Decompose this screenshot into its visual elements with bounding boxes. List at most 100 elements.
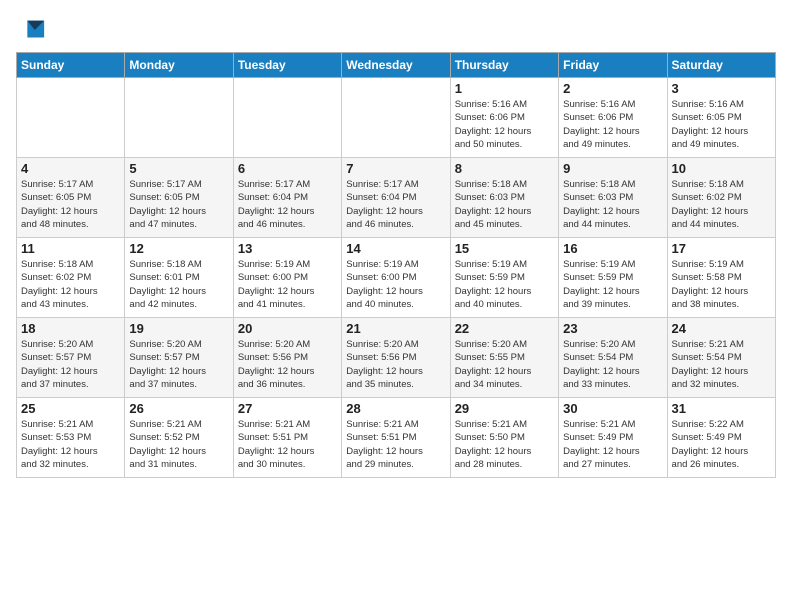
day-number: 23 — [563, 321, 662, 336]
day-cell-19: 19 Sunrise: 5:20 AM Sunset: 5:57 PM Dayli… — [125, 318, 233, 398]
day-cell-9: 9Sunrise: 5:18 AM Sunset: 6:03 PM Daylig… — [559, 158, 667, 238]
day-info: Sunrise: 5:19 AM Sunset: 6:00 PM Dayligh… — [346, 258, 445, 311]
week-row-2: 4 Sunrise: 5:17 AM Sunset: 6:05 PM Daylig… — [17, 158, 776, 238]
day-info: Sunrise: 5:19 AM Sunset: 5:58 PM Dayligh… — [672, 258, 771, 311]
day-number: 5 — [129, 161, 228, 176]
page-header — [16, 16, 776, 44]
day-cell-26: 26Sunrise: 5:21 AM Sunset: 5:52 PM Dayli… — [125, 398, 233, 478]
week-row-4: 18 Sunrise: 5:20 AM Sunset: 5:57 PM Dayli… — [17, 318, 776, 398]
day-cell-29: 29 Sunrise: 5:21 AM Sunset: 5:50 PM Dayli… — [450, 398, 558, 478]
day-number: 25 — [21, 401, 120, 416]
day-cell-5: 5 Sunrise: 5:17 AM Sunset: 6:05 PM Daylig… — [125, 158, 233, 238]
day-number: 1 — [455, 81, 554, 96]
day-info: Sunrise: 5:21 AM Sunset: 5:52 PM Dayligh… — [129, 418, 228, 471]
empty-cell — [233, 78, 341, 158]
day-info: Sunrise: 5:18 AM Sunset: 6:03 PM Dayligh… — [563, 178, 662, 231]
week-row-3: 11 Sunrise: 5:18 AM Sunset: 6:02 PM Dayli… — [17, 238, 776, 318]
day-number: 30 — [563, 401, 662, 416]
day-number: 11 — [21, 241, 120, 256]
day-cell-1: 1 Sunrise: 5:16 AM Sunset: 6:06 PM Daylig… — [450, 78, 558, 158]
column-header-friday: Friday — [559, 53, 667, 78]
day-number: 22 — [455, 321, 554, 336]
day-info: Sunrise: 5:19 AM Sunset: 5:59 PM Dayligh… — [455, 258, 554, 311]
day-cell-17: 17 Sunrise: 5:19 AM Sunset: 5:58 PM Dayli… — [667, 238, 775, 318]
day-info: Sunrise: 5:21 AM Sunset: 5:53 PM Dayligh… — [21, 418, 120, 471]
day-number: 7 — [346, 161, 445, 176]
day-cell-16: 16 Sunrise: 5:19 AM Sunset: 5:59 PM Dayli… — [559, 238, 667, 318]
calendar-header-row: SundayMondayTuesdayWednesdayThursdayFrid… — [17, 53, 776, 78]
day-number: 14 — [346, 241, 445, 256]
day-number: 20 — [238, 321, 337, 336]
day-cell-4: 4 Sunrise: 5:17 AM Sunset: 6:05 PM Daylig… — [17, 158, 125, 238]
day-info: Sunrise: 5:17 AM Sunset: 6:04 PM Dayligh… — [346, 178, 445, 231]
day-number: 29 — [455, 401, 554, 416]
day-cell-11: 11 Sunrise: 5:18 AM Sunset: 6:02 PM Dayli… — [17, 238, 125, 318]
week-row-1: 1 Sunrise: 5:16 AM Sunset: 6:06 PM Daylig… — [17, 78, 776, 158]
day-cell-2: 2Sunrise: 5:16 AM Sunset: 6:06 PM Daylig… — [559, 78, 667, 158]
day-info: Sunrise: 5:16 AM Sunset: 6:06 PM Dayligh… — [455, 98, 554, 151]
day-number: 19 — [129, 321, 228, 336]
day-info: Sunrise: 5:20 AM Sunset: 5:57 PM Dayligh… — [129, 338, 228, 391]
day-info: Sunrise: 5:18 AM Sunset: 6:03 PM Dayligh… — [455, 178, 554, 231]
day-info: Sunrise: 5:20 AM Sunset: 5:55 PM Dayligh… — [455, 338, 554, 391]
empty-cell — [17, 78, 125, 158]
day-info: Sunrise: 5:18 AM Sunset: 6:02 PM Dayligh… — [672, 178, 771, 231]
day-number: 4 — [21, 161, 120, 176]
day-number: 24 — [672, 321, 771, 336]
day-cell-27: 27Sunrise: 5:21 AM Sunset: 5:51 PM Dayli… — [233, 398, 341, 478]
day-cell-13: 13 Sunrise: 5:19 AM Sunset: 6:00 PM Dayli… — [233, 238, 341, 318]
logo-icon — [18, 16, 46, 44]
day-number: 6 — [238, 161, 337, 176]
day-number: 12 — [129, 241, 228, 256]
day-cell-20: 20 Sunrise: 5:20 AM Sunset: 5:56 PM Dayli… — [233, 318, 341, 398]
week-row-5: 25 Sunrise: 5:21 AM Sunset: 5:53 PM Dayli… — [17, 398, 776, 478]
day-cell-24: 24Sunrise: 5:21 AM Sunset: 5:54 PM Dayli… — [667, 318, 775, 398]
day-info: Sunrise: 5:20 AM Sunset: 5:56 PM Dayligh… — [238, 338, 337, 391]
day-cell-15: 15Sunrise: 5:19 AM Sunset: 5:59 PM Dayli… — [450, 238, 558, 318]
day-cell-25: 25 Sunrise: 5:21 AM Sunset: 5:53 PM Dayli… — [17, 398, 125, 478]
day-cell-10: 10 Sunrise: 5:18 AM Sunset: 6:02 PM Dayli… — [667, 158, 775, 238]
day-number: 17 — [672, 241, 771, 256]
day-cell-18: 18 Sunrise: 5:20 AM Sunset: 5:57 PM Dayli… — [17, 318, 125, 398]
day-info: Sunrise: 5:16 AM Sunset: 6:05 PM Dayligh… — [672, 98, 771, 151]
empty-cell — [125, 78, 233, 158]
day-number: 13 — [238, 241, 337, 256]
column-header-thursday: Thursday — [450, 53, 558, 78]
day-info: Sunrise: 5:20 AM Sunset: 5:57 PM Dayligh… — [21, 338, 120, 391]
column-header-sunday: Sunday — [17, 53, 125, 78]
day-info: Sunrise: 5:19 AM Sunset: 5:59 PM Dayligh… — [563, 258, 662, 311]
empty-cell — [342, 78, 450, 158]
day-info: Sunrise: 5:20 AM Sunset: 5:54 PM Dayligh… — [563, 338, 662, 391]
day-info: Sunrise: 5:17 AM Sunset: 6:05 PM Dayligh… — [21, 178, 120, 231]
day-cell-7: 7 Sunrise: 5:17 AM Sunset: 6:04 PM Daylig… — [342, 158, 450, 238]
day-info: Sunrise: 5:20 AM Sunset: 5:56 PM Dayligh… — [346, 338, 445, 391]
day-info: Sunrise: 5:18 AM Sunset: 6:02 PM Dayligh… — [21, 258, 120, 311]
column-header-tuesday: Tuesday — [233, 53, 341, 78]
day-info: Sunrise: 5:21 AM Sunset: 5:50 PM Dayligh… — [455, 418, 554, 471]
day-info: Sunrise: 5:19 AM Sunset: 6:00 PM Dayligh… — [238, 258, 337, 311]
day-info: Sunrise: 5:21 AM Sunset: 5:51 PM Dayligh… — [346, 418, 445, 471]
day-cell-3: 3 Sunrise: 5:16 AM Sunset: 6:05 PM Daylig… — [667, 78, 775, 158]
column-header-wednesday: Wednesday — [342, 53, 450, 78]
day-cell-6: 6 Sunrise: 5:17 AM Sunset: 6:04 PM Daylig… — [233, 158, 341, 238]
day-number: 8 — [455, 161, 554, 176]
day-number: 3 — [672, 81, 771, 96]
day-number: 27 — [238, 401, 337, 416]
day-info: Sunrise: 5:17 AM Sunset: 6:05 PM Dayligh… — [129, 178, 228, 231]
day-cell-21: 21 Sunrise: 5:20 AM Sunset: 5:56 PM Dayli… — [342, 318, 450, 398]
day-cell-8: 8 Sunrise: 5:18 AM Sunset: 6:03 PM Daylig… — [450, 158, 558, 238]
day-cell-22: 22 Sunrise: 5:20 AM Sunset: 5:55 PM Dayli… — [450, 318, 558, 398]
day-number: 16 — [563, 241, 662, 256]
day-cell-12: 12 Sunrise: 5:18 AM Sunset: 6:01 PM Dayli… — [125, 238, 233, 318]
day-info: Sunrise: 5:22 AM Sunset: 5:49 PM Dayligh… — [672, 418, 771, 471]
day-number: 28 — [346, 401, 445, 416]
day-info: Sunrise: 5:18 AM Sunset: 6:01 PM Dayligh… — [129, 258, 228, 311]
day-number: 10 — [672, 161, 771, 176]
day-cell-28: 28 Sunrise: 5:21 AM Sunset: 5:51 PM Dayli… — [342, 398, 450, 478]
day-cell-31: 31Sunrise: 5:22 AM Sunset: 5:49 PM Dayli… — [667, 398, 775, 478]
day-number: 18 — [21, 321, 120, 336]
day-number: 21 — [346, 321, 445, 336]
day-info: Sunrise: 5:21 AM Sunset: 5:49 PM Dayligh… — [563, 418, 662, 471]
day-cell-30: 30 Sunrise: 5:21 AM Sunset: 5:49 PM Dayli… — [559, 398, 667, 478]
day-info: Sunrise: 5:17 AM Sunset: 6:04 PM Dayligh… — [238, 178, 337, 231]
